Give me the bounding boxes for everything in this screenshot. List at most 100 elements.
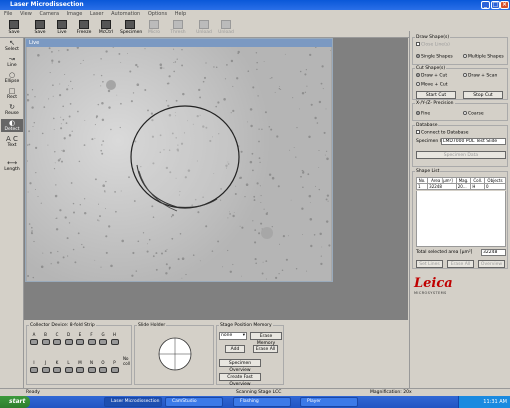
slide-icon <box>125 20 135 29</box>
draw-cut-radio[interactable]: Draw + Cut <box>416 73 447 79</box>
task-camstudio[interactable]: CamStudio <box>165 397 223 407</box>
collector-well-k[interactable] <box>53 367 61 373</box>
coarse-radio[interactable]: Coarse <box>463 111 484 117</box>
menu-help[interactable]: Help <box>175 11 186 17</box>
tool-detect[interactable]: ◐ Detect <box>1 119 23 132</box>
cut-shape-outline[interactable] <box>130 105 240 209</box>
collector-well-b[interactable] <box>41 339 50 345</box>
thresh-button[interactable]: Thresh <box>168 19 188 37</box>
multiple-shapes-radio[interactable]: Multiple Shapes <box>463 54 504 60</box>
add-position-button[interactable]: Add <box>225 345 245 353</box>
collector-well-g[interactable] <box>99 339 107 345</box>
start-button[interactable]: start <box>0 396 30 408</box>
tool-rect[interactable]: □ Rect <box>1 87 23 100</box>
drawing-tools: ↖ Select ↝ Line ○ Ellipse □ Rect ↻ Reuse ◐ Det… <box>0 38 24 388</box>
memory-select[interactable]: none ▾ <box>219 332 247 340</box>
task-player[interactable]: Player <box>300 397 358 407</box>
slide-holder-diagram[interactable] <box>155 334 195 374</box>
collector-well-n[interactable] <box>87 367 96 373</box>
collector-well-c[interactable] <box>53 339 61 345</box>
collector-well-f[interactable] <box>87 339 96 345</box>
cut-shapes-group: Cut Shape(s) Draw + Cut Draw + Scan Move… <box>412 66 508 100</box>
move-cut-radio[interactable]: Move + Cut <box>416 82 447 88</box>
ellipse-icon: ○ <box>8 71 16 79</box>
menu-bar: File View Camera Image Laser Automation … <box>0 10 510 18</box>
live-image[interactable] <box>27 47 331 281</box>
save-image-button[interactable]: Save <box>30 19 50 37</box>
set-lines-button[interactable]: Set Lines <box>416 260 443 268</box>
menu-file[interactable]: File <box>4 11 12 17</box>
collector-well-m[interactable] <box>76 367 84 373</box>
minimize-button[interactable]: _ <box>481 1 490 9</box>
collector-well-p[interactable] <box>110 367 119 373</box>
specimen-overview-button[interactable]: Specimen Overview <box>219 359 261 373</box>
tool-text[interactable]: A C Text <box>1 135 23 148</box>
specimen-id-field[interactable]: LMD7000 POL Test Slide <box>441 138 506 145</box>
erase-all-positions-button[interactable]: Erase All <box>253 345 278 353</box>
debris <box>261 227 273 239</box>
tool-select[interactable]: ↖ Select <box>1 39 23 52</box>
collector-well-o[interactable] <box>99 367 107 373</box>
mcctrl-button[interactable]: McCtrl <box>96 19 116 37</box>
collector-well-h[interactable] <box>110 339 119 345</box>
slide-holder-group: Slide Holder <box>134 323 214 385</box>
collector-well-j[interactable] <box>41 367 50 373</box>
clock: 11:31 AM <box>483 399 507 405</box>
task-laser-microdissection[interactable]: Laser Microdissection <box>104 397 162 407</box>
live-button[interactable]: Live <box>52 19 72 37</box>
total-area-label: Total selected area [µm²] <box>416 250 473 255</box>
menu-view[interactable]: View <box>20 11 32 17</box>
menu-camera[interactable]: Camera <box>39 11 59 17</box>
save-button[interactable]: Save <box>4 19 24 37</box>
well-label: I <box>33 360 35 365</box>
logo-sub: MICROSYSTEMS <box>414 291 447 295</box>
collector-well-e[interactable] <box>76 339 84 345</box>
stage-memory-group: Stage Position Memory none ▾ Erase Memory… <box>216 323 284 387</box>
controller-icon <box>101 20 111 29</box>
stop-cut-button[interactable]: Stop Cut <box>463 91 503 99</box>
taskbar: start Laser Microdissection CamStudio Fl… <box>0 396 510 408</box>
erase-all-shapes-button[interactable]: Erase All <box>447 260 474 268</box>
precision-group: X-/Y-/Z- Precision Fine Coarse <box>412 101 508 121</box>
tool-ellipse[interactable]: ○ Ellipse <box>1 71 23 84</box>
menu-laser[interactable]: Laser <box>90 11 104 17</box>
snowflake-icon <box>79 20 89 29</box>
shape-list-table[interactable]: No. Area [µm²] Mag. Coll. Objects 1 3224… <box>415 177 507 190</box>
menu-automation[interactable]: Automation <box>111 11 140 17</box>
unload-button-2[interactable]: Unload <box>216 19 236 37</box>
collector-well-i[interactable] <box>30 367 38 373</box>
close-lines-checkbox[interactable]: Close Line(s) <box>416 42 450 48</box>
close-button[interactable]: × <box>500 1 509 9</box>
tool-reuse[interactable]: ↻ Reuse <box>1 103 23 116</box>
collector-well-l[interactable] <box>64 367 73 373</box>
well-label: L <box>67 360 70 365</box>
specimen-button[interactable]: Specimen <box>120 19 142 37</box>
menu-options[interactable]: Options <box>148 11 167 17</box>
draw-scan-radio[interactable]: Draw + Scan <box>463 73 497 79</box>
start-cut-button[interactable]: Start Cut <box>416 91 456 99</box>
specimen-data-button[interactable]: Specimen Data <box>416 151 506 159</box>
live-title-bar: Live <box>26 39 332 47</box>
micro-button[interactable]: Micro <box>144 19 164 37</box>
connect-database-checkbox[interactable]: Connect to Database <box>416 130 468 136</box>
freeze-button[interactable]: Freeze <box>74 19 94 37</box>
create-fast-overview-button[interactable]: Create Fast Overview <box>219 373 261 387</box>
well-label: J <box>44 360 47 365</box>
single-shapes-radio[interactable]: Single Shapes <box>416 54 453 60</box>
menu-image[interactable]: Image <box>67 11 83 17</box>
tool-length[interactable]: ⟷ Length <box>1 159 23 172</box>
tool-line[interactable]: ↝ Line <box>1 55 23 68</box>
maximize-button[interactable]: □ <box>491 1 500 9</box>
unload-button-1[interactable]: Unload <box>194 19 214 37</box>
fine-radio[interactable]: Fine <box>416 111 430 117</box>
erase-memory-button[interactable]: Erase Memory <box>250 332 282 346</box>
save-icon <box>35 20 45 29</box>
status-stage: Scanning Stage LCC <box>236 390 282 395</box>
collector-well-d[interactable] <box>64 339 73 345</box>
collector-well-a[interactable] <box>30 339 38 345</box>
well-label: E <box>78 332 82 337</box>
overview-button[interactable]: Overview <box>478 260 505 268</box>
task-flashing[interactable]: Flashing <box>233 397 291 407</box>
table-row[interactable]: 1 32248 20... H 0 <box>415 183 507 190</box>
detect-icon: ◐ <box>8 119 16 127</box>
